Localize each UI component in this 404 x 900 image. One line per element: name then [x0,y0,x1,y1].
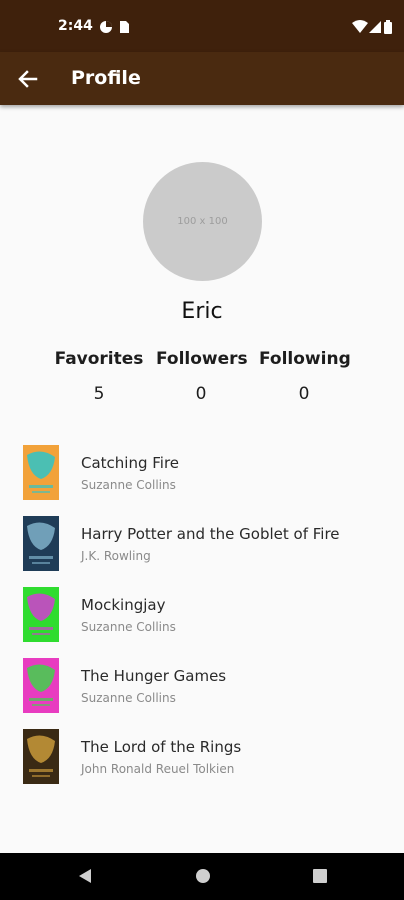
page-title: Profile [71,67,141,89]
avatar: 100 x 100 [143,162,262,281]
book-title: Catching Fire [81,454,180,472]
status-time: 2:44 [58,18,93,34]
book-cover [23,587,59,642]
nav-back-icon[interactable] [77,868,93,888]
avatar-placeholder-text: 100 x 100 [177,216,228,227]
stat-value-favorites: 5 [93,384,105,404]
book-cover [23,516,59,571]
list-item[interactable]: Mockingjay Suzanne Collins [0,587,404,649]
list-item[interactable]: Harry Potter and the Goblet of Fire J.K.… [0,516,404,578]
book-title: Mockingjay [81,596,166,614]
book-author: Suzanne Collins [81,620,176,634]
book-cover [23,658,59,713]
stat-label-favorites[interactable]: Favorites [54,349,144,369]
list-item[interactable]: The Lord of the Rings John Ronald Reuel … [0,729,404,791]
book-author: Suzanne Collins [81,691,176,705]
sim-card-icon [119,19,130,38]
wifi-icon [352,19,368,38]
stat-value-followers: 0 [195,384,207,404]
stat-value-following: 0 [298,384,310,404]
system-nav-bar [0,853,404,900]
book-author: J.K. Rowling [81,549,151,563]
list-item[interactable]: The Hunger Games Suzanne Collins [0,658,404,720]
list-item[interactable]: Catching Fire Suzanne Collins [0,445,404,507]
book-cover [23,445,59,500]
arrow-back-icon[interactable] [14,65,42,93]
book-author: Suzanne Collins [81,478,176,492]
signal-icon [369,19,381,38]
book-title: Harry Potter and the Goblet of Fire [81,525,340,543]
battery-icon [384,19,392,38]
nav-recents-icon[interactable] [312,868,328,888]
app-bar: Profile [0,52,404,105]
nav-home-icon[interactable] [195,868,211,888]
status-bar: 2:44 [0,0,404,52]
stat-label-following[interactable]: Following [259,349,351,369]
book-title: The Hunger Games [81,667,227,685]
stat-label-followers[interactable]: Followers [156,349,248,369]
book-cover [23,729,59,784]
data-saver-icon [99,19,113,38]
book-author: John Ronald Reuel Tolkien [81,762,235,776]
book-title: The Lord of the Rings [81,738,242,756]
profile-name: Eric [181,299,223,324]
